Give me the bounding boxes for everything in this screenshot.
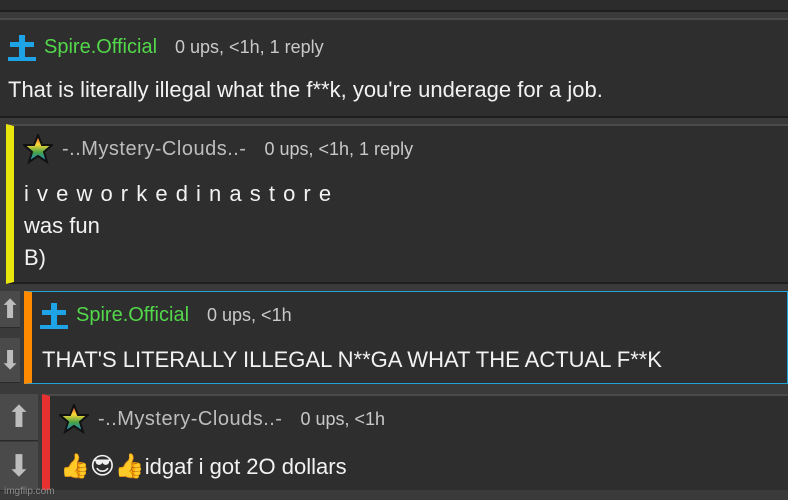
up-arrow-icon: ⬆ xyxy=(6,400,32,434)
username[interactable]: Spire.Official xyxy=(44,36,157,59)
comment-text-line: was fun xyxy=(24,213,100,238)
cross-icon[interactable] xyxy=(6,30,38,64)
comment-meta: 0 ups, <1h xyxy=(300,408,386,429)
down-arrow-icon: ⬇ xyxy=(0,344,21,375)
comment: -..Mystery-Clouds..- 0 ups, <1h 👍😎👍idgaf… xyxy=(42,394,788,490)
comment-header: -..Mystery-Clouds..- 0 ups, <1h, 1 reply xyxy=(22,132,413,166)
comment-meta: 0 ups, <1h, 1 reply xyxy=(264,138,414,159)
comment-text: THAT'S LITERALLY ILLEGAL N**GA WHAT THE … xyxy=(42,347,662,372)
comment-header: Spire.Official 0 ups, <1h xyxy=(38,298,292,332)
down-arrow-icon: ⬇ xyxy=(6,449,32,483)
rainbow-star-icon[interactable] xyxy=(22,132,54,166)
comment-text: That is literally illegal what the f**k,… xyxy=(8,77,603,102)
comment-meta: 0 ups, <1h xyxy=(207,304,292,325)
username[interactable]: Spire.Official xyxy=(76,304,189,327)
comment-header: Spire.Official 0 ups, <1h, 1 reply xyxy=(6,30,324,64)
username[interactable]: -..Mystery-Clouds..- xyxy=(98,408,282,431)
comment-text-line: i v e w o r k e d i n a s t o r e xyxy=(24,181,333,206)
upvote-button[interactable]: ⬆ xyxy=(0,394,38,441)
comment-text: 👍😎👍idgaf i got 2O dollars xyxy=(60,450,347,483)
rainbow-star-icon[interactable] xyxy=(58,402,90,436)
comment: -..Mystery-Clouds..- 0 ups, <1h, 1 reply… xyxy=(6,124,788,284)
comment: Spire.Official 0 ups, <1h THAT'S LITERAL… xyxy=(24,291,788,384)
comment-text-line: B) xyxy=(24,245,46,270)
watermark: imgflip.com xyxy=(4,486,55,497)
top-bar xyxy=(0,0,788,12)
comment-text-content: idgaf i got 2O dollars xyxy=(144,454,347,479)
username[interactable]: -..Mystery-Clouds..- xyxy=(62,138,246,161)
comment: Spire.Official 0 ups, <1h, 1 reply That … xyxy=(0,18,788,118)
upvote-button[interactable]: ⬆ xyxy=(0,291,21,328)
up-arrow-icon: ⬆ xyxy=(0,293,21,324)
downvote-button[interactable]: ⬇ xyxy=(0,338,21,383)
cross-icon[interactable] xyxy=(38,298,70,332)
downvote-button[interactable]: ⬇ xyxy=(0,442,38,491)
comment-meta: 0 ups, <1h, 1 reply xyxy=(175,36,324,57)
comment-header: -..Mystery-Clouds..- 0 ups, <1h xyxy=(58,402,385,436)
emoji-sequence: 👍😎👍 xyxy=(60,452,145,480)
